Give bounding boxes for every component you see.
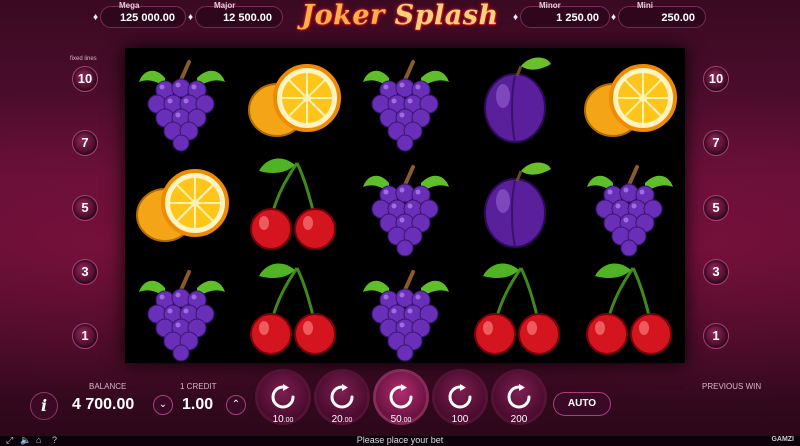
payline-right-5[interactable]: 5 [703,195,729,221]
diamond-icon: ♦ [611,12,617,23]
bet-value-whole: 50 [390,414,402,425]
jackpot-mini-value: 250.00 [661,12,695,24]
spin-icon [389,384,413,409]
spin-icon [507,384,531,409]
reel-grid [125,48,685,363]
bet-value-whole: 20 [331,414,343,425]
balance-value: 4 700.00 [72,396,135,413]
logo-word-joker: Joker [301,0,385,31]
bet-value-whole: 100 [451,414,469,425]
jackpot-major-value: 12 500.00 [223,12,272,24]
jackpot-minor-value: 1 250.00 [556,12,599,24]
cherries-symbol [237,153,349,258]
payline-left-7[interactable]: 7 [72,130,98,156]
bet-value-label: 100 [435,414,485,425]
jackpot-mini: ♦ Mini 250.00 [611,1,706,28]
payline-left-10[interactable]: 10 [72,66,98,92]
cherries-symbol [573,258,685,363]
jackpot-major: ♦ Major 12 500.00 [188,1,283,28]
bet-value-label: 20.00 [317,414,367,425]
jackpot-mega-label: Mega [119,1,140,10]
diamond-icon: ♦ [513,12,519,23]
plum-symbol [461,153,573,258]
payline-right-10[interactable]: 10 [703,66,729,92]
bet-value-decimals: .00 [283,417,294,424]
grapes-symbol [125,48,237,153]
jackpot-mega-value: 125 000.00 [119,12,175,24]
auto-play-button[interactable]: AUTO [553,392,611,416]
fixed-lines-label: fixed lines [70,56,97,62]
jackpot-minor: ♦ Minor 1 250.00 [513,1,610,28]
status-message: Please place your bet [356,435,444,445]
bet-value-whole: 10 [272,414,284,425]
jackpot-bar: ♦ Mega 125 000.00 ♦ Major 12 500.00 Joke… [0,0,800,34]
bet-value-label: 50.00 [376,414,426,425]
spin-icon [330,384,354,409]
grapes-symbol [125,258,237,363]
credit-label: 1 CREDIT [180,382,217,391]
payline-left-3[interactable]: 3 [72,259,98,285]
orange-symbol [237,48,349,153]
jackpot-major-label: Major [214,1,236,10]
payline-right-1[interactable]: 1 [703,323,729,349]
game-logo: Joker Splash [300,0,500,38]
bet-value-decimals: .00 [401,417,412,424]
bet-value-label: 10.00 [258,414,308,425]
diamond-icon: ♦ [93,12,99,23]
grapes-symbol [573,153,685,258]
plum-symbol [461,48,573,153]
credit-decrease-button[interactable]: ⌄ [153,395,173,415]
grapes-symbol [349,153,461,258]
payline-right-3[interactable]: 3 [703,259,729,285]
info-button[interactable]: i [30,392,58,420]
logo-word-splash: Splash [394,0,499,31]
bet-value-label: 200 [494,414,544,425]
spin-icon [448,384,472,409]
bet-value-decimals: .00 [342,417,353,424]
payline-right-7[interactable]: 7 [703,130,729,156]
spin-icon [271,384,295,409]
orange-symbol [573,48,685,153]
balance-label: BALANCE [89,382,127,391]
previous-win-label: PREVIOUS WIN [702,382,762,391]
cherries-symbol [237,258,349,363]
provider-logo: GAMZI [771,436,794,443]
grapes-symbol [349,258,461,363]
bet-value-whole: 200 [510,414,528,425]
payline-left-5[interactable]: 5 [72,195,98,221]
orange-symbol [125,153,237,258]
jackpot-mega: ♦ Mega 125 000.00 [93,1,186,28]
status-bar: ⤢ 🔈 ⌂ ? Please place your bet GAMZI [0,435,800,446]
grapes-symbol [349,48,461,153]
jackpot-minor-label: Minor [539,1,561,10]
diamond-icon: ♦ [188,12,194,23]
credit-increase-button[interactable]: ⌃ [226,395,246,415]
jackpot-mini-label: Mini [637,1,653,10]
cherries-symbol [461,258,573,363]
credit-value: 1.00 [182,396,214,413]
payline-left-1[interactable]: 1 [72,323,98,349]
